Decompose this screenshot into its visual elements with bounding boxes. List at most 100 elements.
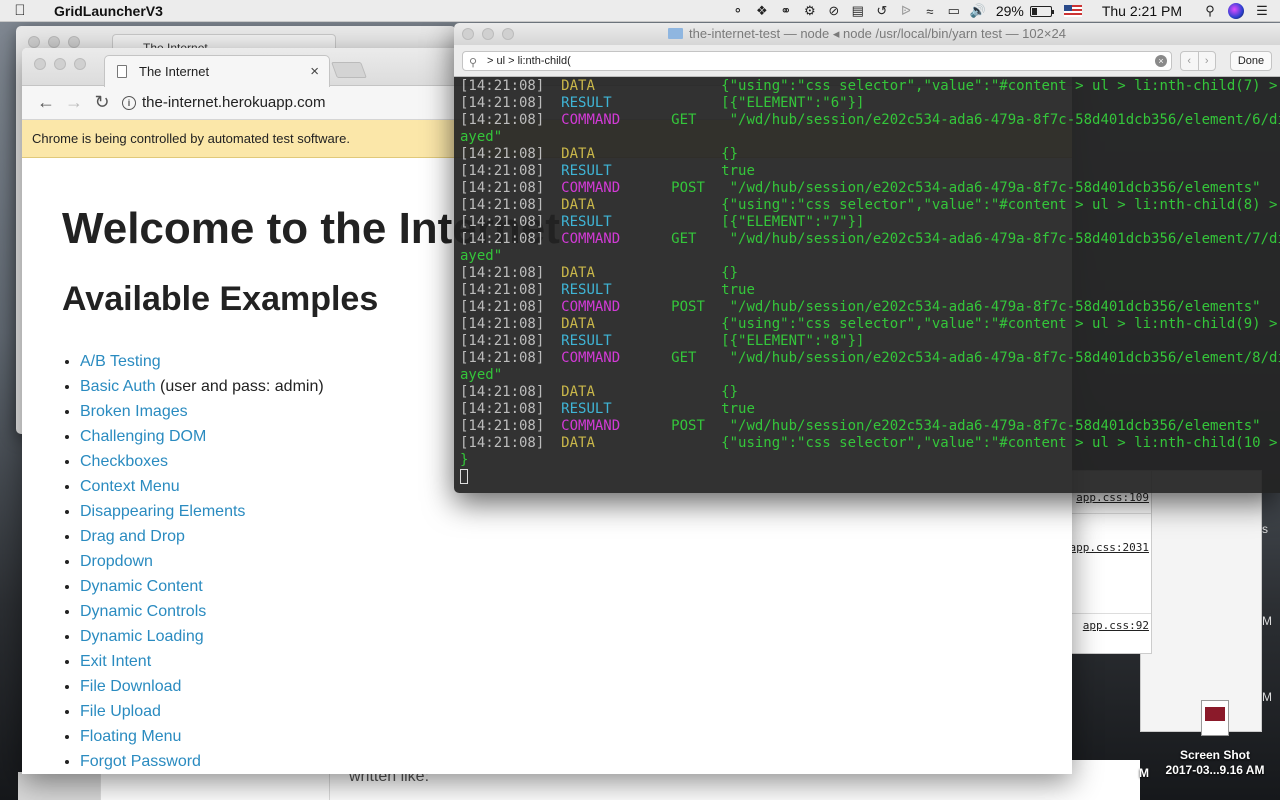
side-label: s — [1262, 522, 1268, 536]
close-tab-icon[interactable]: × — [310, 63, 319, 80]
forward-arrow-icon[interactable]: → — [60, 89, 88, 117]
airplay-icon[interactable]: ▭ — [942, 0, 966, 22]
log-value: ayed" — [460, 129, 503, 145]
log-kind: COMMAND — [561, 350, 621, 366]
log-timestamp: [14:21:08] — [460, 333, 545, 349]
log-timestamp: [14:21:08] — [460, 350, 545, 366]
background-window — [18, 772, 100, 800]
desktop-file-screenshot[interactable]: Screen Shot 2017-03...9.16 AM — [1150, 700, 1280, 778]
url-text[interactable]: the-internet.herokuapp.com — [142, 94, 325, 111]
ram-icon[interactable]: ▤ — [846, 0, 870, 22]
minimize-button[interactable] — [482, 28, 494, 40]
devtools-source-link[interactable]: app.css:92 — [1083, 619, 1149, 632]
log-timestamp: [14:21:08] — [460, 265, 545, 281]
devtools-styles-panel: app.css:109 app.css:2031 app.css:92 — [1068, 470, 1152, 654]
terminal-line: [14:21:08] COMMAND GET "/wd/hub/session/e… — [460, 350, 1280, 367]
terminal-line: [14:21:08] DATA {"using":"css selector","… — [460, 78, 1280, 95]
example-link[interactable]: Forgot Password — [80, 753, 201, 770]
terminal-titlebar: the-internet-test — node ◂ node /usr/loc… — [454, 23, 1280, 45]
app-name[interactable]: GridLauncherV3 — [54, 3, 163, 19]
log-value: [{"ELEMENT":"6"}] — [721, 95, 865, 111]
terminal-line: [14:21:08] COMMAND POST "/wd/hub/session/… — [460, 299, 1280, 316]
example-link[interactable]: Drag and Drop — [80, 528, 185, 545]
example-link[interactable]: File Upload — [80, 703, 161, 720]
find-done-button[interactable]: Done — [1230, 51, 1272, 71]
http-method: GET — [671, 112, 697, 128]
close-button[interactable] — [28, 36, 40, 48]
example-link[interactable]: Dynamic Content — [80, 578, 203, 595]
devtools-source-link[interactable]: app.css:2031 — [1070, 541, 1149, 554]
log-kind: COMMAND — [561, 112, 621, 128]
time-machine-icon[interactable]: ↺ — [870, 0, 894, 22]
do-not-disturb-icon[interactable]: ⊘ — [822, 0, 846, 22]
list-item: File Download — [80, 674, 1032, 699]
example-link[interactable]: Floating Menu — [80, 728, 181, 745]
minimize-button[interactable] — [48, 36, 60, 48]
example-link[interactable]: A/B Testing — [80, 353, 161, 370]
terminal-line: ayed" — [460, 248, 1280, 265]
example-link[interactable]: Exit Intent — [80, 653, 151, 670]
log-value: ayed" — [460, 367, 503, 383]
notification-center-icon[interactable]: ☰ — [1250, 0, 1274, 22]
log-timestamp: [14:21:08] — [460, 282, 545, 298]
dropbox-icon[interactable]: ❖ — [750, 0, 774, 22]
terminal-line: [14:21:08] RESULT [{"ELEMENT":"6"}] — [460, 95, 1280, 112]
example-link[interactable]: File Download — [80, 678, 181, 695]
find-previous-button[interactable]: ‹ — [1181, 52, 1199, 70]
list-item: Floating Menu — [80, 724, 1032, 749]
close-button[interactable] — [34, 58, 46, 70]
terminal-line: [14:21:08] DATA {} — [460, 146, 1280, 163]
example-link[interactable]: Dynamic Loading — [80, 628, 204, 645]
example-link[interactable]: Basic Auth — [80, 378, 156, 395]
log-value: {"using":"css selector","value":"#conten… — [721, 435, 1280, 451]
clear-search-icon[interactable]: × — [1155, 55, 1167, 67]
battery-percent[interactable]: 29% — [990, 3, 1030, 19]
log-kind: COMMAND — [561, 299, 621, 315]
address-bar[interactable]: i the-internet.herokuapp.com — [122, 94, 325, 111]
info-icon[interactable]: i — [122, 95, 136, 110]
terminal-prompt[interactable] — [460, 469, 1280, 486]
gear-icon[interactable]: ⚙ — [798, 0, 822, 22]
example-link[interactable]: Dynamic Controls — [80, 603, 206, 620]
log-value: ayed" — [460, 248, 503, 264]
wifi-icon[interactable]: ≈ — [918, 0, 942, 22]
creative-cloud-icon[interactable]: ⚭ — [774, 0, 798, 22]
browser-tab-active[interactable]: The Internet × — [104, 55, 330, 87]
back-arrow-icon[interactable]: ← — [32, 89, 60, 117]
tab-title: The Internet — [139, 64, 210, 79]
terminal-line: [14:21:08] RESULT true — [460, 163, 1280, 180]
example-link[interactable]: Dropdown — [80, 553, 153, 570]
battery-icon[interactable] — [1029, 5, 1054, 17]
airdrop-icon[interactable]: ⚬ — [726, 0, 750, 22]
clock[interactable]: Thu 2:21 PM — [1096, 3, 1188, 19]
example-link[interactable]: Disappearing Elements — [80, 503, 245, 520]
find-input[interactable]: ⚲ > ul > li:nth-child( × — [462, 51, 1172, 71]
terminal-window[interactable]: the-internet-test — node ◂ node /usr/loc… — [454, 23, 1280, 493]
reload-icon[interactable]: ↻ — [88, 89, 116, 117]
example-link[interactable]: Checkboxes — [80, 453, 168, 470]
spotlight-search-icon[interactable]: ⚲ — [1198, 0, 1222, 22]
zoom-button[interactable] — [502, 28, 514, 40]
example-link[interactable]: Context Menu — [80, 478, 180, 495]
example-link[interactable]: Broken Images — [80, 403, 188, 420]
zoom-button[interactable] — [68, 36, 80, 48]
siri-icon[interactable] — [1228, 3, 1244, 19]
find-next-button[interactable]: › — [1199, 52, 1216, 70]
log-value: {"using":"css selector","value":"#conten… — [721, 78, 1280, 94]
zoom-button[interactable] — [74, 58, 86, 70]
close-button[interactable] — [462, 28, 474, 40]
background-window — [1140, 470, 1262, 732]
minimize-button[interactable] — [54, 58, 66, 70]
volume-icon[interactable]: 🔊 — [966, 0, 990, 22]
terminal-line: [14:21:08] RESULT [{"ELEMENT":"7"}] — [460, 214, 1280, 231]
apple-menu-icon[interactable]:  — [0, 2, 40, 19]
page-icon — [117, 65, 127, 78]
list-item: Forgot Password — [80, 749, 1032, 774]
new-tab-button[interactable] — [331, 62, 367, 78]
example-link[interactable]: Challenging DOM — [80, 428, 206, 445]
bluetooth-icon[interactable]: ᐉ — [894, 0, 918, 22]
input-source-flag-icon[interactable] — [1063, 5, 1082, 17]
log-kind: COMMAND — [561, 231, 621, 247]
log-value: "/wd/hub/session/e202c534-ada6-479a-8f7c… — [721, 350, 1280, 366]
terminal-output[interactable]: [14:21:08] DATA {"using":"css selector","… — [454, 77, 1280, 486]
